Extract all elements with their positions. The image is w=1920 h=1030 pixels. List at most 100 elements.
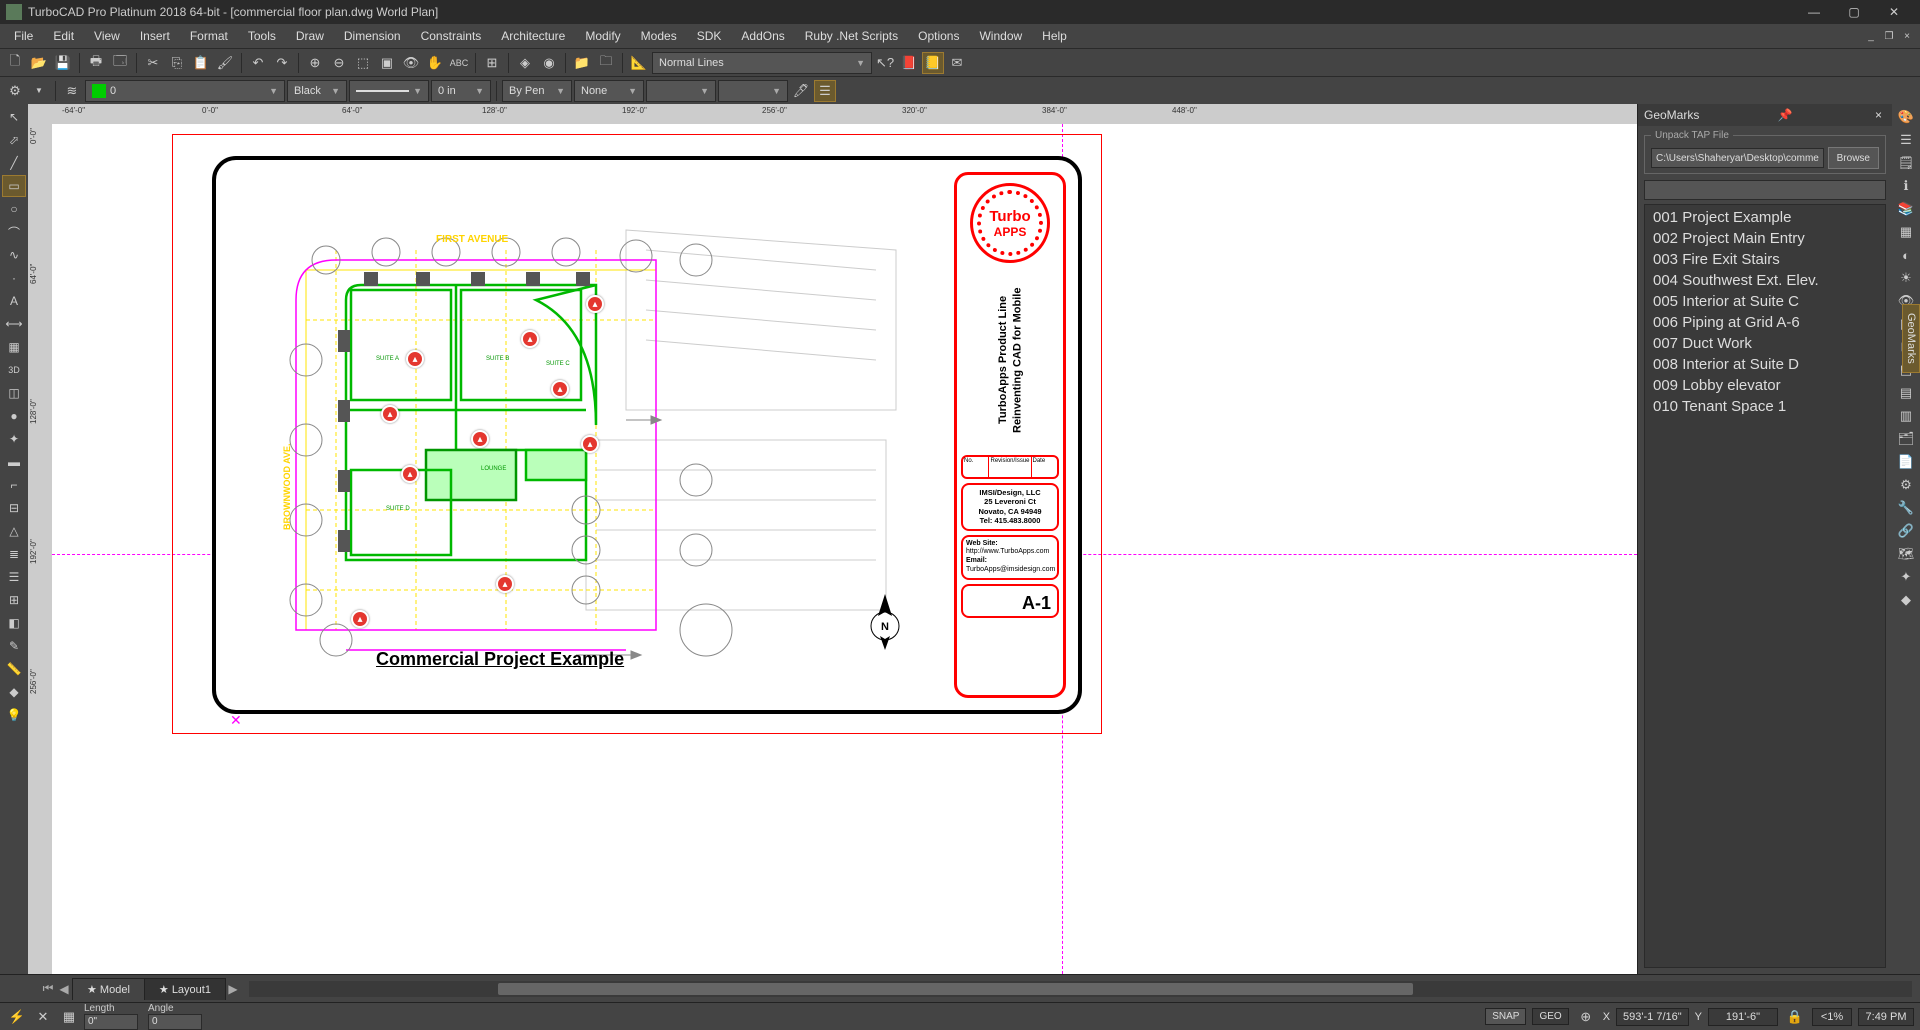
notes-icon[interactable]: 📒 (922, 52, 944, 74)
scroll-thumb[interactable] (498, 983, 1413, 995)
geomarks-search-input[interactable] (1644, 180, 1886, 200)
book-icon[interactable]: 📕 (898, 52, 920, 74)
geomarks-list[interactable]: 001 Project Example 002 Project Main Ent… (1644, 204, 1886, 968)
brush-combo[interactable]: None ▼ (574, 80, 644, 102)
snap2-icon[interactable]: ◉ (538, 52, 560, 74)
minimize-button[interactable]: — (1794, 1, 1834, 23)
menu-addons[interactable]: AddOns (731, 26, 794, 46)
zoom-window-icon[interactable]: ⬚ (352, 52, 374, 74)
undo-icon[interactable]: ↶ (247, 52, 269, 74)
roof-icon[interactable]: △ (2, 520, 26, 542)
layers3-icon[interactable]: ☰ (1895, 129, 1917, 151)
menu-window[interactable]: Window (969, 26, 1032, 46)
menu-help[interactable]: Help (1032, 26, 1077, 46)
blocks-icon[interactable]: ▦ (1895, 221, 1917, 243)
tab-prev-icon[interactable]: ◀ (56, 982, 72, 996)
menu-options[interactable]: Options (908, 26, 969, 46)
layers2-icon[interactable]: ☰ (2, 566, 26, 588)
close-button[interactable]: ✕ (1874, 1, 1914, 23)
horizontal-scrollbar[interactable] (249, 981, 1912, 997)
box-icon[interactable]: ◫ (2, 382, 26, 404)
list-item[interactable]: 004 Southwest Ext. Elev. (1645, 270, 1885, 291)
misc2-icon[interactable]: ◆ (2, 681, 26, 703)
pencolor-combo[interactable]: Black ▼ (287, 80, 347, 102)
list-item[interactable]: 005 Interior at Suite C (1645, 291, 1885, 312)
geomark-pin[interactable]: ▴ (586, 295, 604, 313)
paint-icon[interactable]: 🖊 (790, 80, 812, 102)
stack-icon[interactable]: ☰ (814, 80, 836, 102)
materials-icon[interactable]: ◐ (1895, 244, 1917, 266)
snap-toggle[interactable]: SNAP (1485, 1008, 1526, 1025)
menu-architecture[interactable]: Architecture (491, 26, 575, 46)
r11-icon[interactable]: 🗺 (1895, 543, 1917, 565)
tab-model[interactable]: ★ Model (72, 978, 145, 1000)
list-item[interactable]: 006 Piping at Grid A-6 (1645, 312, 1885, 333)
drawing-canvas[interactable]: FIRST AVENUE BROWNWOOD AVE. SUITE A SUIT… (52, 124, 1637, 974)
mdi-close[interactable]: × (1898, 28, 1916, 44)
pointer-icon[interactable]: ↖ (2, 106, 26, 128)
extra-combo1[interactable]: ▼ (646, 80, 716, 102)
geomark-pin[interactable]: ▴ (406, 350, 424, 368)
select-cursor-icon[interactable]: ⬀ (2, 129, 26, 151)
geomark-pin[interactable]: ▴ (401, 465, 419, 483)
linetype-combo[interactable]: ▼ (349, 80, 429, 102)
menu-modify[interactable]: Modify (575, 26, 630, 46)
zoom-out-icon[interactable]: ⊖ (328, 52, 350, 74)
menu-format[interactable]: Format (180, 26, 238, 46)
gear-icon[interactable]: ⚙ (4, 80, 26, 102)
r5-icon[interactable]: ▥ (1895, 405, 1917, 427)
zoom-level[interactable]: <1% (1812, 1008, 1852, 1026)
print-icon[interactable]: 🖶 (85, 52, 107, 74)
panel-close-icon[interactable]: × (1871, 108, 1886, 122)
measure-icon[interactable]: 📐 (628, 52, 650, 74)
menu-file[interactable]: File (4, 26, 43, 46)
r10-icon[interactable]: 🔗 (1895, 520, 1917, 542)
mail-icon[interactable]: ✉ (946, 52, 968, 74)
spell-icon[interactable]: ABC (448, 52, 470, 74)
hatch-icon[interactable]: ▦ (2, 336, 26, 358)
3d-icon[interactable]: 3D (2, 359, 26, 381)
print-preview-icon[interactable]: 🗔 (109, 52, 131, 74)
menu-view[interactable]: View (84, 26, 130, 46)
browse-button[interactable]: Browse (1828, 147, 1879, 169)
layers-icon[interactable]: ≋ (61, 80, 83, 102)
sb-icon2[interactable]: ✕ (32, 1006, 54, 1028)
copy-icon[interactable]: ⎘ (166, 52, 188, 74)
length-input[interactable] (84, 1014, 138, 1030)
door-icon[interactable]: ⌐ (2, 474, 26, 496)
list-item[interactable]: 002 Project Main Entry (1645, 228, 1885, 249)
pan-icon[interactable]: ✋ (424, 52, 446, 74)
arc-icon[interactable]: ⌒ (2, 221, 26, 243)
new-icon[interactable]: 🗋 (4, 52, 26, 74)
menu-sdk[interactable]: SDK (687, 26, 732, 46)
palette-icon[interactable]: 🎨 (1895, 106, 1917, 128)
geomark-pin[interactable]: ▴ (381, 405, 399, 423)
tab-next-icon[interactable]: ▶ (225, 982, 241, 996)
zoom-in-icon[interactable]: ⊕ (304, 52, 326, 74)
tab-first-icon[interactable]: ⏮ (40, 981, 56, 996)
selection-handle[interactable]: ✕ (230, 712, 242, 729)
modify-icon[interactable]: ✦ (2, 428, 26, 450)
geomark-pin[interactable]: ▴ (521, 330, 539, 348)
geomarks-vtab[interactable]: GeoMarks (1902, 304, 1920, 373)
lights-icon[interactable]: ☀ (1895, 267, 1917, 289)
group-icon[interactable]: ⊞ (2, 589, 26, 611)
list-item[interactable]: 003 Fire Exit Stairs (1645, 249, 1885, 270)
panel-pin-icon[interactable]: 📌 (1774, 108, 1797, 122)
select-icon[interactable]: ↖? (874, 52, 896, 74)
wall-icon[interactable]: ▬ (2, 451, 26, 473)
sphere-icon[interactable]: ● (2, 405, 26, 427)
zoom-extents-icon[interactable]: ▣ (376, 52, 398, 74)
tab-layout1[interactable]: ★ Layout1 (144, 978, 226, 1000)
r13-icon[interactable]: ◆ (1895, 589, 1917, 611)
menu-ruby[interactable]: Ruby .Net Scripts (795, 26, 908, 46)
info-icon[interactable]: ℹ (1895, 175, 1917, 197)
open-icon[interactable]: 📂 (28, 52, 50, 74)
menu-constraints[interactable]: Constraints (411, 26, 492, 46)
paste-icon[interactable]: 📋 (190, 52, 212, 74)
grid-icon[interactable]: ⊞ (481, 52, 503, 74)
angle-input[interactable] (148, 1014, 202, 1030)
cut-icon[interactable]: ✂ (142, 52, 164, 74)
folder2-icon[interactable]: 🗀 (595, 52, 617, 74)
list-item[interactable]: 008 Interior at Suite D (1645, 354, 1885, 375)
